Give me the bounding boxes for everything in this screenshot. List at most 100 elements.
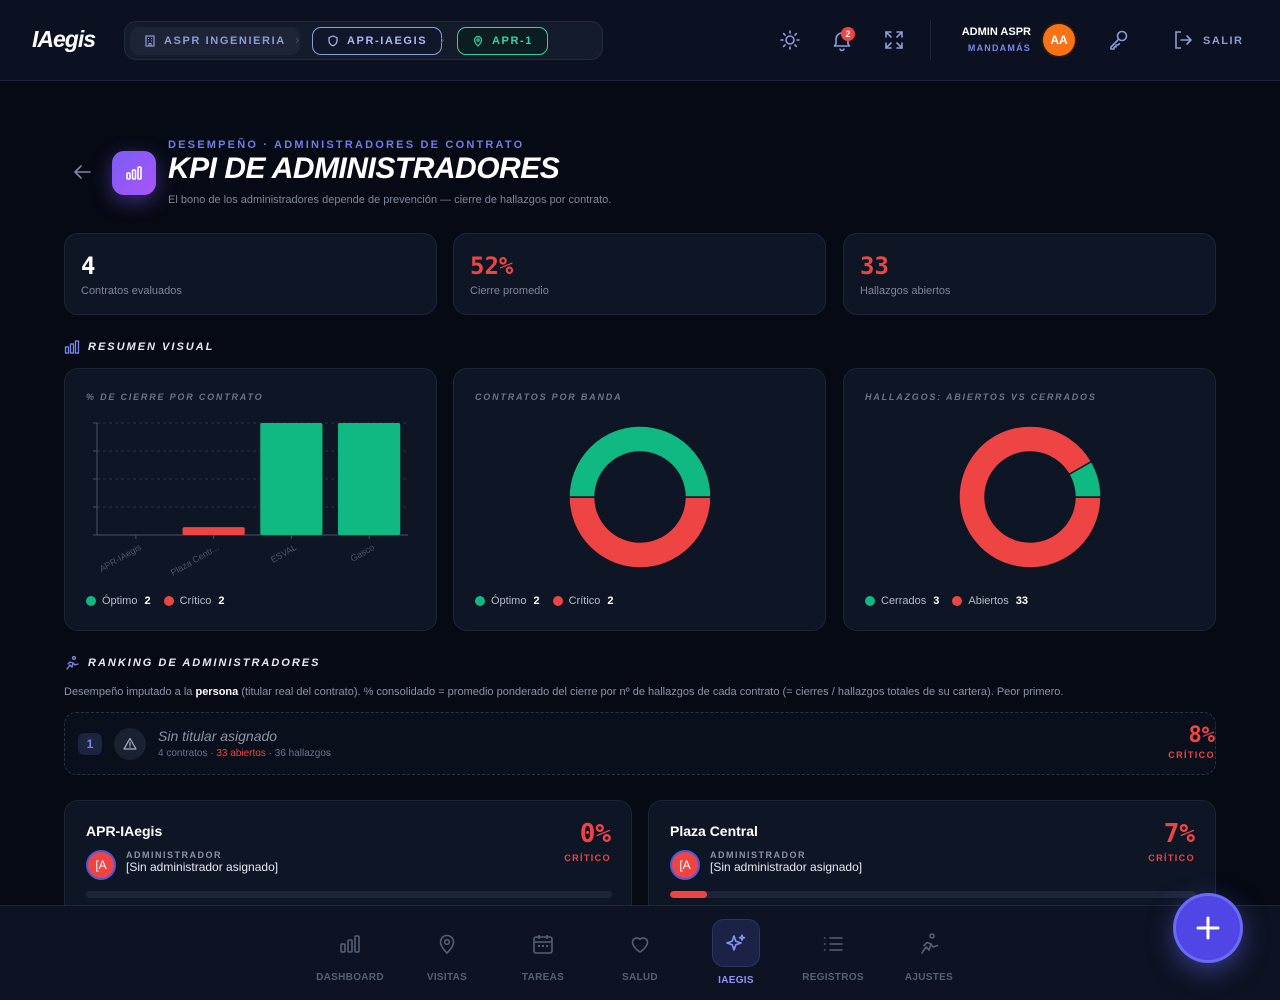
admin-name: [Sin administrador asignado]	[126, 860, 279, 874]
rank-contracts: 4 contratos	[158, 748, 208, 759]
app-logo[interactable]: IAegis	[32, 26, 96, 53]
sun-icon[interactable]	[778, 28, 802, 52]
legend-count: 2	[218, 595, 225, 607]
rank-percent: 8%	[1188, 723, 1216, 748]
donut-chart-findings	[958, 425, 1102, 569]
contract-percent: 0%	[579, 819, 611, 849]
breadcrumb-item-contract[interactable]: APR-IAEGIS	[312, 27, 443, 55]
admin-role-label: ADMINISTRADOR	[710, 850, 806, 860]
legend-label: Óptimo	[491, 595, 527, 607]
chart-card-closure: % DE CIERRE POR CONTRATO APR-IAegis Plaza…	[64, 368, 437, 631]
x-tick-label: Plaza Centr...	[169, 542, 221, 578]
chart-card-findings: HALLAZGOS: ABIERTOS VS CERRADOS Cerrados…	[843, 368, 1216, 631]
rank-name: Sin titular asignado	[158, 728, 278, 744]
legend-count: 2	[607, 595, 614, 607]
bar-chart: APR-IAegis Plaza Centr... ESVAL Gasco	[93, 422, 408, 578]
legend-count: 2	[533, 595, 540, 607]
map-pin-icon	[439, 934, 455, 955]
rank-meta: 4 contratos · 33 abiertos · 36 hallazgos	[158, 748, 331, 759]
ranking-desc-text: (titular real del contrato). % consolida…	[238, 686, 1064, 698]
runner-icon	[66, 656, 79, 670]
contract-percent: 7%	[1163, 819, 1195, 849]
chevron-right-icon: ›	[295, 32, 300, 47]
legend-dot	[552, 596, 563, 606]
ranking-row[interactable]: 1 Sin titular asignado 4 contratos · 33 …	[64, 712, 1216, 775]
back-arrow-icon[interactable]	[70, 160, 94, 184]
warning-icon	[114, 728, 146, 760]
legend-label: Crítico	[568, 595, 601, 607]
nav-label: AJUSTES	[904, 972, 954, 983]
slice-cr-tico	[568, 496, 712, 569]
legend-dot	[952, 596, 963, 606]
fullscreen-icon[interactable]	[882, 28, 906, 52]
breadcrumb-item-site[interactable]: APR-1	[457, 27, 549, 55]
breadcrumb-label: ASPR INGENIERIA	[164, 35, 286, 47]
kpi-value: 52%	[470, 252, 514, 280]
progress-bar	[86, 891, 612, 898]
chart-legend: Óptimo 2 Crítico 2	[475, 595, 627, 607]
heart-icon	[631, 937, 649, 953]
nav-item-registros[interactable]: REGISTROS	[785, 906, 881, 1000]
user-name: ADMIN ASPR	[961, 26, 1031, 38]
kpi-value: 4	[81, 252, 96, 280]
legend-label: Cerrados	[881, 595, 927, 607]
kpi-label: Hallazgos abiertos	[860, 285, 951, 297]
donut-chart-bands	[568, 425, 712, 569]
ranking-description: Desempeño imputado a la persona (titular…	[64, 686, 1063, 698]
nav-item-visitas[interactable]: VISITAS	[399, 906, 495, 1000]
avatar: [A	[86, 850, 116, 880]
admin-role-label: ADMINISTRADOR	[126, 850, 222, 860]
breadcrumb-item-company[interactable]: ASPR INGENIERIA	[130, 27, 300, 55]
bottom-nav: DASHBOARD VISITAS TAREAS SALUD IAEGIS RE…	[0, 905, 1280, 1000]
kpi-card-contracts: 4 Contratos evaluados	[64, 233, 437, 315]
bar-plaza-centr-	[182, 527, 245, 535]
nav-item-salud[interactable]: SALUD	[592, 906, 688, 1000]
contract-name: APR-IAegis	[86, 823, 163, 839]
nav-item-iaegis[interactable]: IAEGIS	[688, 906, 784, 1000]
runner-icon	[921, 933, 939, 954]
building-icon	[145, 35, 155, 47]
page-title: KPI DE ADMINISTRADORES	[168, 152, 560, 185]
progress-fill	[670, 891, 707, 898]
nav-label: VISITAS	[426, 972, 468, 983]
breadcrumb-label: APR-1	[492, 35, 534, 47]
nav-label: SALUD	[622, 972, 658, 983]
section-title-visual: RESUMEN VISUAL	[88, 341, 215, 353]
contract-status: CRÍTICO	[1148, 853, 1195, 863]
logout-icon[interactable]	[1171, 28, 1195, 52]
section-title-ranking: RANKING DE ADMINISTRADORES	[88, 657, 321, 669]
chart-legend: Óptimo 2 Crítico 2	[86, 595, 238, 607]
bar-chart-icon	[340, 935, 360, 953]
nav-label: DASHBOARD	[316, 972, 384, 983]
bar-gasco	[338, 423, 401, 535]
calendar-icon	[533, 935, 553, 954]
nav-label: IAEGIS	[718, 975, 754, 986]
avatar: [A	[670, 850, 700, 880]
ranking-desc-bold: persona	[195, 686, 239, 698]
nav-item-tareas[interactable]: TAREAS	[495, 906, 591, 1000]
contract-name: Plaza Central	[670, 823, 758, 839]
avatar[interactable]: AA	[1043, 24, 1075, 56]
legend-label: Óptimo	[102, 595, 138, 607]
slice--ptimo	[568, 425, 712, 498]
list-icon	[823, 937, 843, 951]
admin-name: [Sin administrador asignado]	[710, 860, 863, 874]
kpi-label: Contratos evaluados	[81, 285, 182, 297]
nav-label: TAREAS	[521, 972, 565, 983]
key-icon[interactable]	[1107, 28, 1131, 52]
bar-esval	[260, 423, 323, 535]
nav-item-ajustes[interactable]: AJUSTES	[881, 906, 977, 1000]
nav-item-dashboard[interactable]: DASHBOARD	[302, 906, 398, 1000]
legend-dot	[86, 596, 96, 606]
kpi-card-open-findings: 33 Hallazgos abiertos	[843, 233, 1216, 315]
chevron-right-icon: ›	[440, 32, 445, 47]
rank-findings: 36 hallazgos	[274, 748, 331, 759]
kpi-label: Cierre promedio	[470, 285, 549, 297]
rank-number: 1	[78, 733, 102, 755]
sparkles-icon	[726, 934, 746, 951]
add-button[interactable]	[1176, 896, 1240, 960]
logout-button[interactable]: SALIR	[1203, 35, 1244, 47]
legend-label: Abiertos	[968, 595, 1009, 607]
x-tick-label: Gasco	[349, 542, 377, 564]
breadcrumb-label: APR-IAEGIS	[347, 35, 428, 47]
